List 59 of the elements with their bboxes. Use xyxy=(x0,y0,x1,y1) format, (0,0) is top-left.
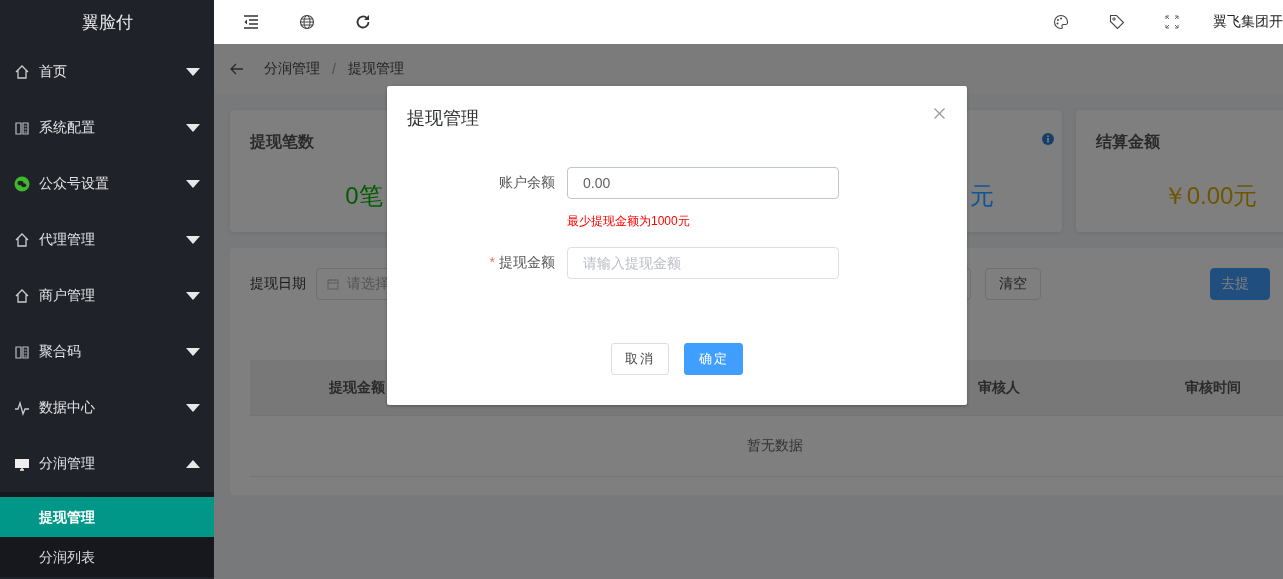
sidebar-item[interactable]: 代理管理 xyxy=(0,212,214,268)
user-name[interactable]: 翼飞集团开 xyxy=(1213,13,1283,31)
card-title: 提现笔数 xyxy=(250,133,314,150)
palette-icon[interactable] xyxy=(1053,14,1069,30)
pulse-icon xyxy=(14,400,30,416)
house-icon xyxy=(14,232,30,248)
submenu-item[interactable]: 分润列表 xyxy=(0,537,214,577)
menu-label: 首页 xyxy=(39,63,68,81)
sidebar-item[interactable]: 商户管理 xyxy=(0,268,214,324)
sidebar-item[interactable]: 数据中心 xyxy=(0,380,214,436)
menu-label: 系统配置 xyxy=(39,119,96,137)
stat-value: ￥0.00元 xyxy=(1162,182,1258,209)
sidebar-item[interactable]: 聚合码 xyxy=(0,324,214,380)
card-title: 结算金额 xyxy=(1096,133,1160,150)
breadcrumb-separator: / xyxy=(332,61,336,77)
close-icon[interactable] xyxy=(934,108,945,119)
column-header: 审核时间 xyxy=(1184,378,1242,397)
sidebar-item[interactable]: 分润管理 xyxy=(0,436,214,492)
refresh-icon[interactable] xyxy=(355,14,371,30)
calendar-icon xyxy=(327,278,339,290)
stat-value: 0笔 xyxy=(345,182,383,209)
field-label: 账户余额 xyxy=(499,174,555,190)
input-field[interactable]: 0.00 xyxy=(567,167,839,199)
column-header: 提现金额 xyxy=(328,378,386,397)
house-icon xyxy=(14,288,30,304)
book-icon xyxy=(14,344,30,360)
cancel-button[interactable]: 取消 xyxy=(611,343,669,375)
filter-label: 提现日期 xyxy=(250,275,306,293)
input-field[interactable]: 请输入提现金额 xyxy=(567,247,839,279)
stat-value: 元 xyxy=(970,182,994,209)
field-label: 提现金额 xyxy=(499,254,555,270)
chat-icon xyxy=(14,176,30,192)
sidebar-item[interactable]: 首页 xyxy=(0,44,214,100)
book-icon xyxy=(14,120,30,136)
tag-icon[interactable] xyxy=(1109,14,1125,30)
sidebar-item[interactable]: 系统配置 xyxy=(0,100,214,156)
empty-text: 暂无数据 xyxy=(747,437,803,455)
column-header: 审核人 xyxy=(977,378,1021,397)
sidebar-item[interactable]: 公众号设置 xyxy=(0,156,214,212)
breadcrumb-link[interactable]: 分润管理 xyxy=(264,60,320,78)
submenu-item[interactable]: 提现管理 xyxy=(0,497,214,537)
menu-label: 数据中心 xyxy=(39,399,96,417)
app-logo: 翼脸付 xyxy=(81,11,133,34)
house-icon xyxy=(14,64,30,80)
required-mark: * xyxy=(489,254,495,270)
clear-button[interactable]: 清空 xyxy=(985,268,1041,300)
menu-label: 商户管理 xyxy=(39,287,96,305)
back-arrow-icon[interactable] xyxy=(230,63,244,75)
fullscreen-icon[interactable] xyxy=(1165,15,1179,29)
menu-fold-icon[interactable] xyxy=(243,15,259,29)
menu-label: 代理管理 xyxy=(39,231,96,249)
dialog-title: 提现管理 xyxy=(407,107,479,130)
menu-label: 公众号设置 xyxy=(39,175,110,193)
menu-label: 分润管理 xyxy=(39,455,96,473)
menu-label: 聚合码 xyxy=(39,343,82,361)
hint-text: 最少提现金额为1000元 xyxy=(567,214,690,228)
monitor-icon xyxy=(14,456,30,472)
globe-icon[interactable] xyxy=(299,14,315,30)
breadcrumb-current: 提现管理 xyxy=(347,60,404,78)
